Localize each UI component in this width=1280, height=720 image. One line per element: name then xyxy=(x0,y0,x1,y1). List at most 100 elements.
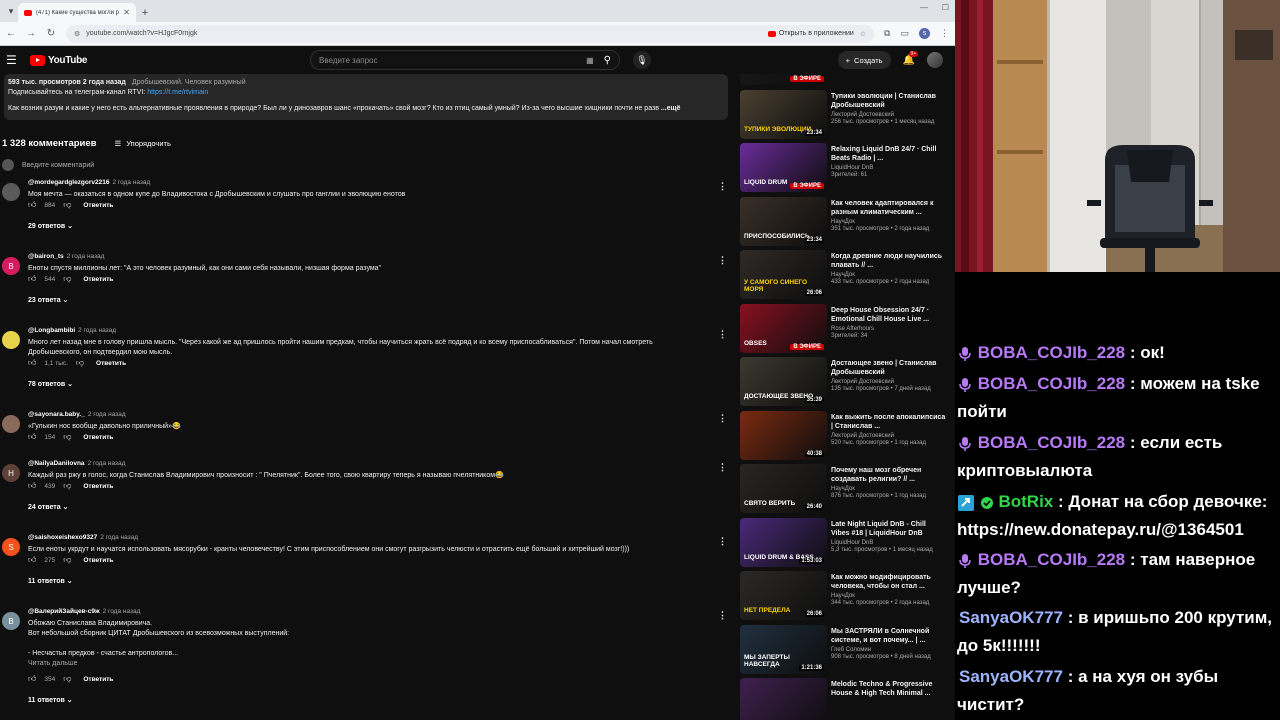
channel-name[interactable]: Лекторий Достоевский xyxy=(831,433,946,439)
video-thumbnail[interactable]: ДОСТАЮЩЕЕ ЗВЕНО 35:39 xyxy=(740,357,827,406)
recommended-video[interactable]: В ЭФИРЕ Art of Minimal Techno Trip Зрите… xyxy=(738,74,948,86)
dislike-icon[interactable]: 👎︎ xyxy=(63,674,71,684)
recommended-video[interactable]: У САМОГО СИНЕГО МОРЯ 26:06 Когда древние… xyxy=(738,250,948,300)
comment-author[interactable]: @NailyaDanilovna 2 года назад xyxy=(28,460,125,467)
dislike-icon[interactable]: 👎︎ xyxy=(63,481,71,491)
maximize-icon[interactable]: ☐ xyxy=(942,3,949,12)
video-title[interactable]: Достающее звено | Станислав Дробышевский xyxy=(831,359,946,377)
bookmark-star-icon[interactable]: ☆ xyxy=(860,30,866,38)
chat-username[interactable]: SanyaOK777 xyxy=(959,667,1063,686)
recommended-video[interactable]: ПРИСПОСОБИЛИСЬ 23:34 Как человек адаптир… xyxy=(738,196,948,247)
comment-author[interactable]: @Longbambibi 2 года назад xyxy=(28,327,116,334)
comment-time[interactable]: 2 года назад xyxy=(78,327,116,334)
video-thumbnail[interactable]: МЫ ЗАПЕРТЫ НАВСЕГДА 1:21:36 xyxy=(740,624,827,674)
like-icon[interactable]: 👍︎ xyxy=(28,358,36,368)
chat-username[interactable]: BOBA_COJIb_228 xyxy=(978,550,1125,569)
comment-menu-icon[interactable]: ⋮ xyxy=(718,329,727,340)
recommended-video[interactable]: 40:38 Как выжить после апокалипсиса | Ст… xyxy=(738,410,948,461)
dislike-icon[interactable]: 👎︎ xyxy=(63,555,71,565)
author-handle[interactable]: @NailyaDanilovna xyxy=(28,460,85,467)
video-thumbnail[interactable]: ТУПИКИ ЭВОЛЮЦИИ 23:34 xyxy=(740,89,827,139)
commenter-avatar[interactable] xyxy=(2,331,20,349)
video-thumbnail[interactable]: OBSES В ЭФИРЕ xyxy=(740,303,827,353)
channel-name[interactable]: НаучДок xyxy=(831,593,946,599)
video-thumbnail[interactable]: СВЯТО ВЕРИТЬ 26:40 xyxy=(740,464,827,513)
video-thumbnail[interactable]: LIQUID DRUM В ЭФИРЕ xyxy=(740,143,827,192)
menu-icon[interactable]: ☰ xyxy=(6,53,22,67)
video-info[interactable]: Melodic Techno & Progressive House & Hig… xyxy=(831,680,946,700)
sidepanel-icon[interactable]: ▭ xyxy=(900,28,909,39)
author-handle[interactable]: @ВалерийЗайцев-с9ж xyxy=(28,608,100,615)
url-field[interactable]: ⚙ youtube.com/watch?v=HJgcF0rnjgk Открыт… xyxy=(66,24,875,43)
video-title[interactable]: Когда древние люди научились плавать // … xyxy=(831,252,946,270)
recommended-video[interactable]: LIQUID DRUM & BASS 1:53:03 Late Night Li… xyxy=(738,517,948,568)
comment-time[interactable]: 2 года назад xyxy=(103,608,141,615)
add-comment-input[interactable]: Введите комментарий xyxy=(22,162,94,169)
search-icon[interactable]: ⚲ xyxy=(604,55,611,66)
account-avatar[interactable] xyxy=(927,52,943,68)
video-title[interactable]: Мы ЗАСТРЯЛИ в Солнечной системе, и вот п… xyxy=(831,627,946,645)
video-description[interactable]: 593 тыс. просмотров 2 года назад Дробыше… xyxy=(4,74,728,120)
reply-button[interactable]: Ответить xyxy=(83,202,113,209)
forward-icon[interactable]: → xyxy=(26,28,36,39)
video-title[interactable]: Late Night Liquid DnB - Chill Vibes #18 … xyxy=(831,520,946,538)
search-input[interactable]: Введите запрос xyxy=(319,56,586,65)
video-info[interactable]: Мы ЗАСТРЯЛИ в Солнечной системе, и вот п… xyxy=(831,627,946,660)
active-tab[interactable]: (471) Какие существа могли р ✕ xyxy=(18,3,136,22)
video-title[interactable]: Тупики эволюции | Станислав Дробышевский xyxy=(831,92,946,110)
recommended-video[interactable]: МЫ ЗАПЕРТЫ НАВСЕГДА 1:21:36 Мы ЗАСТРЯЛИ … xyxy=(738,624,948,675)
open-in-app-button[interactable]: Открыть в приложении xyxy=(767,30,854,37)
profile-avatar[interactable]: s xyxy=(919,28,930,39)
comment-time[interactable]: 2 года назад xyxy=(88,411,126,418)
view-replies-button[interactable]: 23 ответа ⌄ xyxy=(28,296,68,304)
video-title[interactable]: Как выжить после апокалипсиса | Станисла… xyxy=(831,413,946,431)
extensions-icon[interactable]: ⧉ xyxy=(884,28,890,39)
video-thumbnail[interactable]: ПРИСПОСОБИЛИСЬ 23:34 xyxy=(740,196,827,246)
video-thumbnail[interactable]: В ЭФИРЕ xyxy=(740,74,827,85)
view-replies-button[interactable]: 11 ответов ⌄ xyxy=(28,696,73,704)
reply-button[interactable]: Ответить xyxy=(83,676,113,683)
video-info[interactable]: Relaxing Liquid DnB 24/7 · Chill Beats R… xyxy=(831,145,946,178)
comment-menu-icon[interactable]: ⋮ xyxy=(718,181,727,192)
recommended-video[interactable]: СВЯТО ВЕРИТЬ 26:40 Почему наш мозг обреч… xyxy=(738,464,948,514)
channel-name[interactable]: LiquidHour DnB xyxy=(831,165,946,171)
commenter-avatar[interactable] xyxy=(2,183,20,201)
dislike-icon[interactable]: 👎︎ xyxy=(63,274,71,284)
like-icon[interactable]: 👍︎ xyxy=(28,481,36,491)
dislike-icon[interactable]: 👎︎ xyxy=(63,432,71,442)
video-thumbnail[interactable]: 40:38 xyxy=(740,410,827,460)
like-icon[interactable]: 👍︎ xyxy=(28,674,36,684)
keyboard-icon[interactable]: ▦ xyxy=(586,56,594,65)
author-handle[interactable]: @saishoxeishexo9327 xyxy=(28,534,97,541)
comment-author[interactable]: @mordegardglezgorv2216 2 года назад xyxy=(28,179,150,186)
reply-button[interactable]: Ответить xyxy=(83,434,113,441)
channel-name[interactable]: Лекторий Достоевский xyxy=(831,112,946,118)
commenter-avatar[interactable] xyxy=(2,415,20,433)
view-replies-button[interactable]: 24 ответа ⌄ xyxy=(28,503,68,511)
channel-name[interactable]: LiquidHour DnB xyxy=(831,540,946,546)
notifications-icon[interactable]: 🔔 9+ xyxy=(903,50,919,66)
back-icon[interactable]: ← xyxy=(6,28,16,39)
recommended-video[interactable]: НЕТ ПРЕДЕЛА 26:06 Как можно модифицирова… xyxy=(738,571,948,621)
video-info[interactable]: Достающее звено | Станислав Дробышевский… xyxy=(831,359,946,392)
commenter-avatar[interactable]: S xyxy=(2,538,20,556)
like-icon[interactable]: 👍︎ xyxy=(28,432,36,442)
video-info[interactable]: Deep House Obsession 24/7 · Emotional Ch… xyxy=(831,306,946,339)
comment-menu-icon[interactable]: ⋮ xyxy=(718,462,727,473)
reply-button[interactable]: Ответить xyxy=(96,360,126,367)
channel-name[interactable]: НаучДок xyxy=(831,219,946,225)
commenter-avatar[interactable]: B xyxy=(2,612,20,630)
like-icon[interactable]: 👍︎ xyxy=(28,274,36,284)
commenter-avatar[interactable]: B xyxy=(2,257,20,275)
site-info-icon[interactable]: ⚙ xyxy=(74,30,80,38)
recommended-video[interactable]: ДОСТАЮЩЕЕ ЗВЕНО 35:39 Достающее звено | … xyxy=(738,357,948,407)
new-tab-button[interactable]: + xyxy=(136,3,154,22)
dislike-icon[interactable]: 👎︎ xyxy=(63,200,71,210)
sort-button[interactable]: ☰ Упорядочить xyxy=(115,139,171,148)
reply-button[interactable]: Ответить xyxy=(83,557,113,564)
chat-username[interactable]: BotRix xyxy=(998,492,1053,511)
read-more-button[interactable]: Читать дальше xyxy=(28,660,77,667)
video-title[interactable]: Melodic Techno & Progressive House & Hig… xyxy=(831,680,946,698)
comment-author[interactable]: @ВалерийЗайцев-с9ж 2 года назад xyxy=(28,608,140,615)
video-thumbnail[interactable]: LIQUID DRUM & BASS 1:53:03 xyxy=(740,517,827,567)
